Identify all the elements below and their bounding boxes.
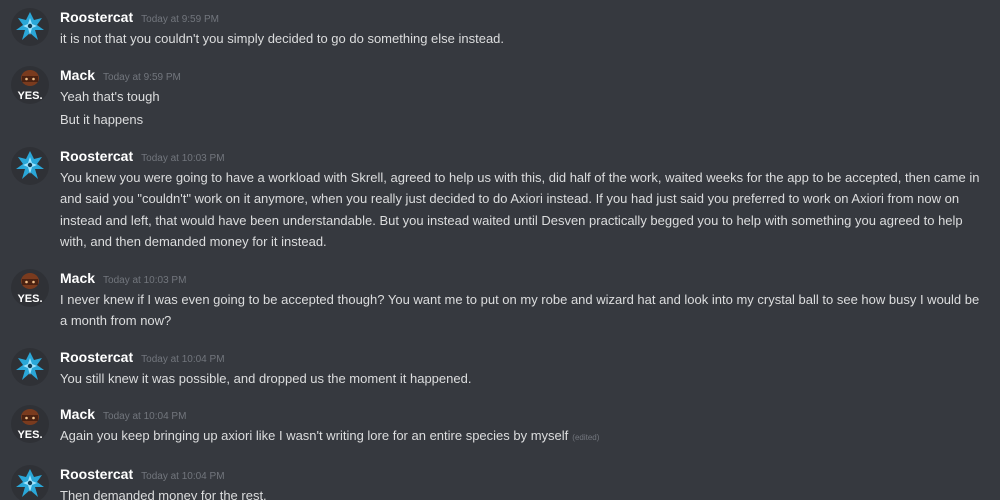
message-header: Roostercat Today at 10:03 PM: [60, 145, 990, 167]
chat-messages: Roostercat Today at 9:59 PM it is not th…: [0, 0, 1000, 500]
username[interactable]: Roostercat: [60, 145, 133, 167]
message-group: Roostercat Today at 10:04 PM You still k…: [0, 346, 1000, 390]
message-header: Mack Today at 10:03 PM: [60, 267, 990, 289]
username[interactable]: Roostercat: [60, 463, 133, 485]
message-group: Roostercat Today at 9:59 PM it is not th…: [0, 6, 1000, 50]
svg-text:YES.: YES.: [17, 90, 42, 102]
message-header: Mack Today at 10:04 PM: [60, 403, 990, 425]
username[interactable]: Roostercat: [60, 6, 133, 28]
edited-label: (edited): [572, 433, 600, 442]
message-header: Roostercat Today at 10:04 PM: [60, 463, 990, 485]
message-text: I never knew if I was even going to be a…: [60, 291, 980, 329]
username[interactable]: Mack: [60, 64, 95, 86]
message-header: Roostercat Today at 9:59 PM: [60, 6, 990, 28]
message-text: Then demanded money for the rest.: [60, 487, 267, 500]
mack-avatar-icon[interactable]: YES.: [11, 268, 49, 307]
mack-avatar-icon[interactable]: YES.: [11, 65, 49, 104]
roostercat-avatar-icon[interactable]: [11, 347, 49, 386]
message-text: You still knew it was possible, and drop…: [60, 370, 472, 386]
message-header: Roostercat Today at 10:04 PM: [60, 346, 990, 368]
username[interactable]: Mack: [60, 267, 95, 289]
message-text: But it happens: [60, 112, 144, 127]
message-group: Roostercat Today at 10:03 PM You knew yo…: [0, 145, 1000, 253]
svg-text:YES.: YES.: [17, 429, 42, 441]
username[interactable]: Mack: [60, 403, 95, 425]
message-body: Again you keep bringing up axiori like I…: [60, 428, 569, 443]
message-text: it is not that you couldn't you simply d…: [60, 31, 505, 46]
message-text: Yeah that's tough: [60, 88, 160, 104]
message-group: YES. Mack Today at 10:03 PM I never knew…: [0, 267, 1000, 332]
message-group: YES. Mack Today at 9:59 PM Yeah that's t…: [0, 64, 1000, 131]
svg-text:YES.: YES.: [17, 293, 42, 305]
roostercat-avatar-icon[interactable]: [11, 8, 49, 46]
mack-avatar-icon[interactable]: YES.: [11, 405, 49, 443]
message-header: Mack Today at 9:59 PM: [60, 64, 990, 86]
message-text: Again you keep bringing up axiori like I…: [60, 425, 990, 449]
roostercat-avatar-icon[interactable]: [11, 146, 49, 185]
message-text: You knew you were going to have a worklo…: [60, 169, 980, 250]
username[interactable]: Roostercat: [60, 346, 133, 368]
roostercat-avatar-icon[interactable]: [11, 464, 49, 500]
message-group: Roostercat Today at 10:04 PM Then demand…: [0, 463, 1000, 500]
message-group: YES. Mack Today at 10:04 PM Again you ke…: [0, 403, 1000, 449]
